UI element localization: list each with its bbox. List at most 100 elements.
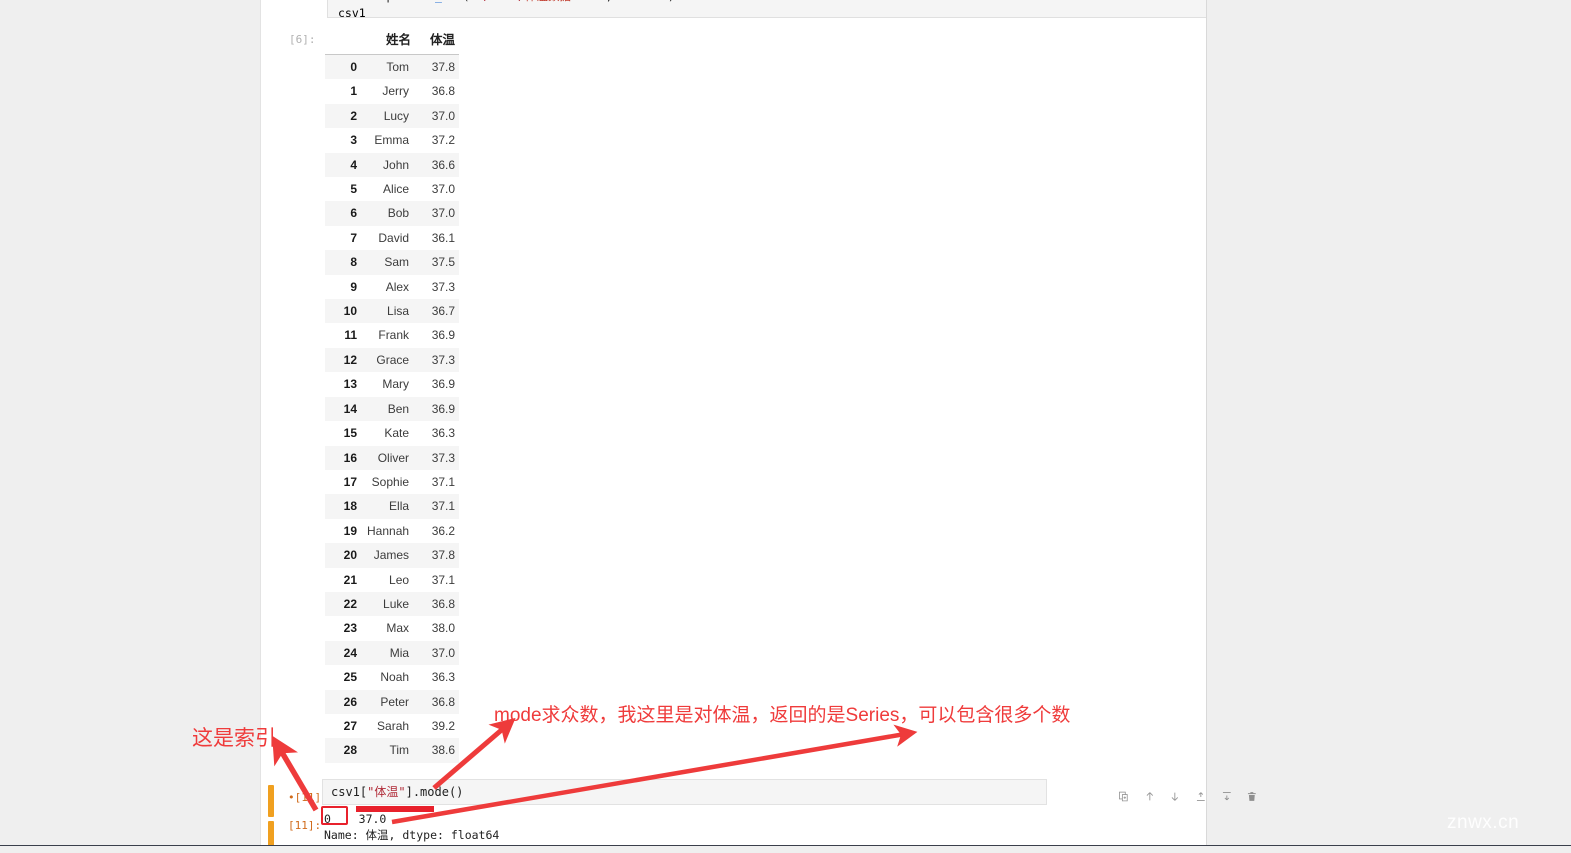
table-cell-temp: 36.8 xyxy=(431,84,456,99)
insert-cell-below-icon[interactable] xyxy=(1221,789,1233,804)
table-cell-temp: 37.1 xyxy=(431,499,456,514)
table-cell-temp: 36.3 xyxy=(431,670,456,685)
table-row-index: 17 xyxy=(343,474,357,489)
table-cell-name: Oliver xyxy=(377,450,410,465)
table-row: 25 Noah 36.3 xyxy=(325,665,460,690)
table-cell-name: Lisa xyxy=(387,304,410,319)
table-cell-temp: 37.8 xyxy=(431,548,456,563)
table-cell-temp: 36.9 xyxy=(431,328,456,343)
move-cell-down-icon[interactable] xyxy=(1169,789,1181,804)
table-cell-temp: 37.3 xyxy=(431,279,456,294)
insert-cell-above-icon[interactable] xyxy=(1195,789,1207,804)
table-row: 28 Tim 38.6 xyxy=(325,738,460,763)
table-cell-temp: 37.3 xyxy=(431,352,456,367)
table-row: 1 Jerry 36.8 xyxy=(325,79,460,104)
top-code-cell[interactable]: csv1 = pd.read_csv('./data/体温数据.csv', 'u… xyxy=(327,0,1206,20)
table-row-index: 1 xyxy=(350,84,357,99)
bottom-strip xyxy=(0,845,1571,853)
cell-toolbar xyxy=(1118,784,1258,808)
table-cell-temp: 37.8 xyxy=(431,60,456,74)
table-cell-name: Grace xyxy=(376,352,410,367)
table-cell-name: Tim xyxy=(389,743,410,758)
table-cell-temp: 37.0 xyxy=(431,108,456,123)
table-row-index: 7 xyxy=(350,230,357,245)
table-row: 5 Alice 37.0 xyxy=(325,177,460,202)
table-row-index: 23 xyxy=(343,621,357,636)
table-cell-name: John xyxy=(383,157,410,172)
table-cell-temp: 36.2 xyxy=(431,523,456,538)
table-cell-name: Tom xyxy=(386,60,410,74)
table-cell-name: Emma xyxy=(374,133,410,148)
table-cell-name: David xyxy=(378,230,410,245)
dataframe-column-header-temp: 体温 xyxy=(417,28,460,55)
table-row: 14 Ben 36.9 xyxy=(325,396,460,422)
move-cell-up-icon[interactable] xyxy=(1144,789,1156,804)
table-cell-temp: 36.3 xyxy=(431,426,456,441)
duplicate-cell-icon[interactable] xyxy=(1118,789,1130,804)
code-editor[interactable]: csv1["体温"].mode() xyxy=(322,779,1257,812)
table-row: 21 Leo 37.1 xyxy=(325,567,460,592)
table-cell-name: Bob xyxy=(387,206,410,221)
table-row: 18 Ella 37.1 xyxy=(325,494,460,519)
table-row-index: 28 xyxy=(343,743,357,758)
table-row-index: 12 xyxy=(343,352,357,367)
table-row-index: 24 xyxy=(343,645,357,660)
active-code-cell[interactable]: • [11]: csv1["体温"].mode() [11]: 0 37.0 Na… xyxy=(260,775,1257,853)
table-row-index: 19 xyxy=(343,523,357,538)
watermark: znwx.cn xyxy=(1447,812,1520,833)
table-row: 11 Frank 36.9 xyxy=(325,323,460,348)
table-cell-temp: 36.8 xyxy=(431,596,456,611)
table-row: 12 Grace 37.3 xyxy=(325,347,460,373)
table-cell-temp: 36.9 xyxy=(431,377,456,392)
table-cell-name: Leo xyxy=(389,572,410,587)
table-row-index: 26 xyxy=(343,694,357,709)
table-cell-temp: 36.1 xyxy=(431,230,456,245)
annotation-main-note: mode求众数，我这里是对体温，返回的是Series，可以包含很多个数 xyxy=(494,705,1071,726)
table-cell-temp: 37.0 xyxy=(431,182,456,197)
table-row-index: 25 xyxy=(343,670,357,685)
table-cell-name: Sam xyxy=(384,255,410,270)
table-cell-name: Max xyxy=(386,621,410,636)
active-cell-output-prompt: [11]: xyxy=(288,819,322,832)
table-row-index: 20 xyxy=(343,548,357,563)
table-cell-temp: 39.2 xyxy=(431,718,456,733)
delete-cell-icon[interactable] xyxy=(1246,789,1258,804)
code-token-var: csv1 xyxy=(331,785,360,799)
table-cell-name: Jerry xyxy=(382,84,410,99)
table-row: 0 Tom 37.8 xyxy=(325,54,460,80)
table-cell-name: Lucy xyxy=(383,108,410,123)
table-cell-name: Ella xyxy=(389,499,410,514)
table-cell-name: Alice xyxy=(383,182,410,197)
table-row: 23 Max 38.0 xyxy=(325,616,460,641)
table-row-index: 6 xyxy=(350,206,357,221)
table-row: 2 Lucy 37.0 xyxy=(325,103,460,129)
table-cell-name: Mia xyxy=(389,645,410,660)
table-row: 6 Bob 37.0 xyxy=(325,201,460,226)
table-cell-temp: 36.8 xyxy=(431,694,456,709)
table-cell-temp: 38.0 xyxy=(431,621,456,636)
table-row: 22 Luke 36.8 xyxy=(325,591,460,617)
index-highlight-box xyxy=(321,806,348,825)
table-row: 10 Lisa 36.7 xyxy=(325,299,460,324)
code-token-string: "体温" xyxy=(367,785,406,799)
table-row: 27 Sarah 39.2 xyxy=(325,713,460,739)
table-cell-name: Frank xyxy=(378,328,410,343)
top-cell-line-2: csv1 xyxy=(338,6,366,20)
table-cell-temp: 36.6 xyxy=(431,157,456,172)
table-row-index: 22 xyxy=(343,596,357,611)
table-row-index: 10 xyxy=(343,304,357,319)
screenshot-root: [5]: csv1 = pd.read_csv('./data/体温数据.csv… xyxy=(0,0,1571,853)
dataframe-table: 姓名 体温 0 Tom 37.8 1 Jerry 36.8 2 Lucy 37.0 3 Emma 37… xyxy=(325,28,460,763)
table-row-index: 21 xyxy=(343,572,357,587)
active-cell-output: 0 37.0 Name: 体温, dtype: float64 xyxy=(324,811,499,843)
table-row-index: 9 xyxy=(350,279,357,294)
table-cell-temp: 38.6 xyxy=(431,743,456,758)
table-row: 3 Emma 37.2 xyxy=(325,128,460,153)
table-cell-temp: 37.0 xyxy=(431,206,456,221)
page-gutter-left xyxy=(0,0,260,845)
table-row: 15 Kate 36.3 xyxy=(325,421,460,446)
table-cell-temp: 37.1 xyxy=(431,474,456,489)
table-row-index: 0 xyxy=(350,60,357,74)
table-row: 20 James 37.8 xyxy=(325,543,460,568)
cell-modified-dot: • xyxy=(288,791,295,804)
